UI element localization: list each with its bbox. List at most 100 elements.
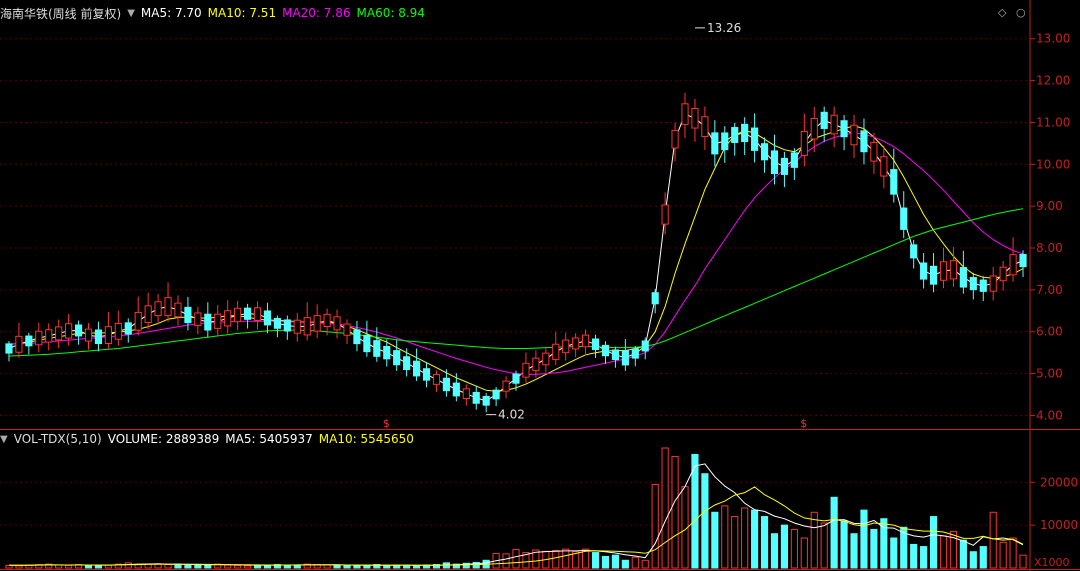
kline-chart[interactable]: 4.00 5.00 6.00 7.00 8.00 9.00 10.00 11.00 12.00 1… — [0, 0, 1080, 571]
candle-body — [482, 395, 490, 406]
volume-bar — [1019, 554, 1027, 569]
volume-bar — [929, 516, 938, 569]
volume-bar — [184, 564, 192, 569]
candle-body — [194, 312, 202, 326]
volume-bar — [621, 559, 629, 569]
volume-bar — [890, 537, 898, 569]
chevron-down-icon[interactable]: ▼ — [127, 8, 135, 19]
candle-body — [432, 374, 441, 385]
volume-bar — [601, 555, 610, 569]
candle-body — [1019, 253, 1027, 268]
chevron-down-icon[interactable]: ▼ — [0, 434, 8, 445]
candle-body — [959, 267, 967, 288]
price-tick-label: 9.00 — [1036, 199, 1063, 213]
volume-bar — [651, 483, 659, 569]
candle-body — [631, 348, 639, 359]
candle-body — [333, 316, 341, 331]
candle-body — [572, 337, 580, 350]
candle-body — [363, 334, 371, 353]
price-tick-label: 6.00 — [1036, 325, 1063, 339]
volume-bar — [413, 565, 421, 569]
volume-bar — [5, 564, 13, 569]
ma10-label: MA10: 7.51 — [207, 6, 277, 20]
candle-body — [611, 349, 619, 361]
candle-body — [552, 343, 560, 360]
volume-bar — [383, 564, 391, 569]
volume-bar — [840, 520, 848, 569]
ma5-label: MA5: 7.70 — [140, 6, 202, 20]
candle-body — [204, 313, 212, 331]
candle-body — [1009, 254, 1017, 276]
candle-body — [74, 324, 83, 337]
candle-body — [45, 329, 53, 343]
candle-body — [681, 103, 689, 125]
price-ma10-line — [8, 125, 1024, 392]
axes — [0, 0, 1080, 571]
volume-bar — [780, 524, 789, 569]
grid-lines — [0, 38, 1030, 526]
candle-body — [651, 292, 659, 305]
candle-body — [591, 338, 600, 351]
volume-bar — [253, 564, 262, 569]
dividend-marker: $ — [383, 417, 390, 430]
volume-bar — [741, 507, 749, 569]
candle-body — [283, 319, 291, 332]
settings-icon[interactable]: ○ — [1016, 6, 1026, 19]
volume-bar — [910, 543, 918, 569]
volume-bar — [850, 533, 858, 569]
volume-bar — [701, 473, 709, 569]
candle-body — [413, 360, 421, 377]
diamond-icon[interactable]: ◇ — [998, 6, 1006, 19]
volume-label: VOLUME: 2889389 — [107, 432, 220, 446]
candle-body — [760, 143, 769, 161]
candle-body — [65, 323, 73, 339]
volume-bar — [502, 553, 510, 569]
candle-body — [214, 313, 222, 329]
candle-body — [243, 307, 252, 320]
volume-bar — [641, 559, 649, 569]
candle-body — [870, 141, 878, 162]
volume-bar — [800, 537, 808, 569]
volume-bar — [1009, 537, 1017, 569]
candle-body — [780, 157, 789, 175]
candlesticks — [5, 92, 1027, 413]
dividend-marker: $ — [800, 417, 807, 430]
candle-body — [711, 132, 719, 155]
candle-body — [373, 340, 381, 357]
volume-unit-label: X1000 — [1034, 556, 1070, 569]
candle-body — [939, 261, 948, 281]
volume-bar — [124, 562, 132, 569]
price-tick-label: 8.00 — [1036, 241, 1063, 255]
candle-body — [790, 152, 798, 168]
volume-bar — [661, 447, 669, 569]
volume-bar — [731, 516, 739, 569]
candle-body — [422, 368, 431, 381]
volume-bar — [403, 564, 411, 569]
volume-bar — [631, 556, 639, 569]
volume-bar — [751, 509, 759, 569]
candle-body — [850, 124, 858, 146]
candle-body — [582, 334, 590, 348]
volume-bar — [671, 456, 679, 569]
candle-body — [800, 130, 808, 156]
candle-body — [929, 265, 938, 285]
volume-ma10-label: MA10: 5545650 — [318, 432, 414, 446]
price-tick-label: 13.00 — [1036, 32, 1070, 46]
candle-body — [989, 275, 997, 292]
price-tick-label: 11.00 — [1036, 115, 1070, 129]
volume-bar — [333, 564, 341, 569]
candle-body — [562, 339, 570, 354]
volume-bar — [959, 539, 967, 569]
candle-body — [890, 169, 898, 195]
candle-body — [969, 277, 977, 291]
candle-body — [770, 150, 779, 175]
candle-body — [393, 350, 401, 366]
candle-body — [601, 344, 610, 357]
candle-body — [661, 204, 669, 225]
candle-body — [273, 317, 281, 329]
candle-body — [502, 380, 510, 392]
candle-body — [492, 389, 500, 400]
volume-bar — [860, 509, 868, 569]
candle-body — [860, 130, 868, 153]
candle-body — [741, 123, 749, 143]
